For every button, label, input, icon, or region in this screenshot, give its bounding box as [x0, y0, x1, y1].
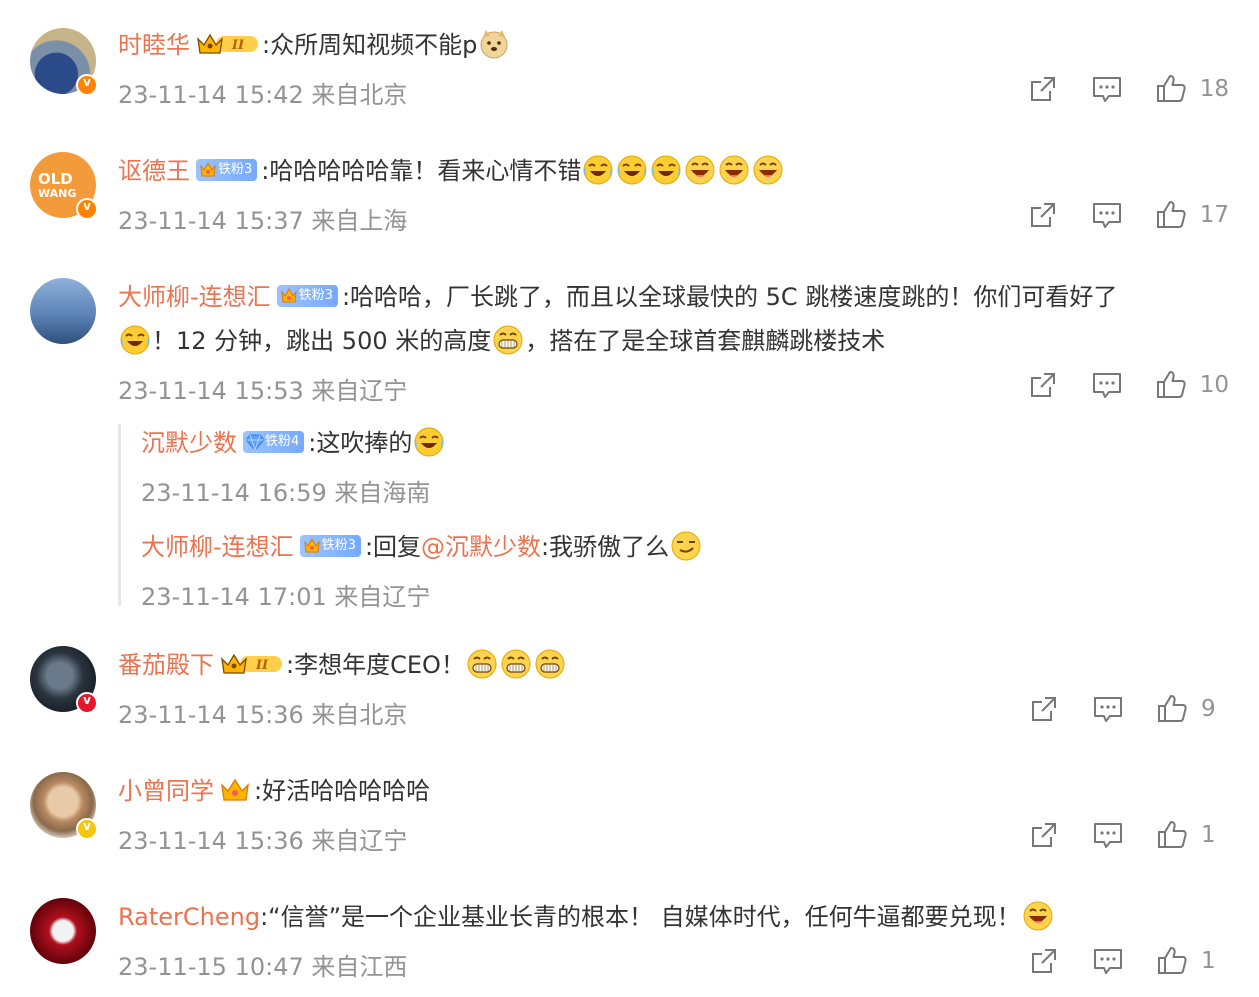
fan-badge[interactable]: 铁粉4 [243, 431, 305, 453]
avatar-logo: WANG [38, 187, 77, 200]
username[interactable]: 番茄殿下 [118, 651, 214, 679]
crown-badge-icon[interactable] [220, 777, 250, 803]
reply-item: 沉默少数 铁粉4:这吹捧的 [141, 426, 446, 460]
comment-text: ，搭在了是全球首套麒麟跳楼技术 [525, 327, 886, 355]
username[interactable]: 小曾同学 [118, 777, 214, 805]
crown-badge-icon[interactable] [196, 31, 258, 57]
like-count: 9 [1201, 696, 1216, 722]
avatar[interactable] [30, 772, 98, 840]
username[interactable]: 大师柳-连想汇 [118, 283, 271, 311]
fan-badge-icon [279, 286, 299, 306]
comment-meta: 23-11-14 15:37 来自上海 [118, 207, 408, 235]
comment-icon[interactable] [1092, 370, 1122, 400]
share-icon[interactable] [1028, 74, 1058, 104]
like-icon[interactable] [1156, 200, 1186, 230]
username[interactable]: 大师柳-连想汇 [141, 533, 294, 561]
comment-icon[interactable] [1092, 200, 1122, 230]
like-count: 1 [1201, 948, 1216, 974]
share-icon[interactable] [1028, 370, 1058, 400]
comment-meta: 23-11-14 15:42 来自北京 [118, 81, 408, 109]
comment-text: :哈哈哈，厂长跳了，而且以全球最快的 5C 跳楼速度跳的！你们可看好了 [341, 283, 1118, 311]
comment-icon[interactable] [1093, 946, 1123, 976]
fan-badge[interactable]: 铁粉3 [196, 159, 258, 181]
fan-badge-icon [302, 536, 322, 556]
fan-badge-icon [198, 160, 218, 180]
mention-link[interactable]: @沉默少数 [421, 533, 541, 561]
fan-badge[interactable]: 铁粉3 [276, 285, 338, 307]
avatar[interactable] [30, 278, 96, 344]
comment-text: ！12 分钟，跳出 500 米的高度 [152, 327, 492, 355]
username[interactable]: 时睦华 [118, 31, 190, 59]
grin-emoji [1022, 900, 1054, 932]
reply-meta: 23-11-14 17:01 来自辽宁 [141, 583, 431, 611]
reply-text: :这吹捧的 [308, 429, 413, 457]
diamond-icon [245, 432, 265, 452]
verified-badge-icon [76, 818, 98, 840]
teeth-grin-emoji [466, 648, 498, 680]
verified-badge-icon [76, 198, 98, 220]
grin-emoji [684, 154, 716, 186]
comment-actions: 10 [994, 368, 1229, 402]
comment-text: :“信誉”是一个企业基业长青的根本！ 自媒体时代，任何牛逼都要兑现！ [260, 903, 1021, 931]
teeth-grin-emoji [492, 324, 524, 356]
avatar-logo: OLD [38, 170, 73, 188]
doge-emoji [478, 28, 510, 60]
laugh-cry-emoji [413, 426, 445, 458]
crown-badge-icon[interactable] [220, 651, 282, 677]
like-icon[interactable] [1157, 820, 1187, 850]
comment-actions: 1 [995, 944, 1229, 978]
like-count: 1 [1201, 822, 1216, 848]
comment-icon[interactable] [1093, 820, 1123, 850]
comment-text: :哈哈哈哈哈靠！看来心情不错 [261, 157, 582, 185]
username[interactable]: RaterCheng [118, 903, 260, 931]
smirk-emoji [670, 530, 702, 562]
like-icon[interactable] [1157, 694, 1187, 724]
comment-actions: 9 [995, 692, 1229, 726]
teeth-grin-emoji [500, 648, 532, 680]
comment-actions: 1 [995, 818, 1229, 852]
laugh-cry-emoji [616, 154, 648, 186]
grin-emoji [752, 154, 784, 186]
laugh-cry-emoji [119, 324, 151, 356]
comment-meta: 23-11-14 15:53 来自辽宁 [118, 377, 408, 405]
reply-text: :我骄傲了么 [541, 533, 670, 561]
laugh-cry-emoji [650, 154, 682, 186]
like-count: 17 [1199, 202, 1229, 228]
comment-meta: 23-11-14 15:36 来自北京 [118, 701, 408, 729]
verified-badge-icon [76, 74, 98, 96]
reply-item: 大师柳-连想汇 铁粉3:回复@沉默少数:我骄傲了么 [141, 530, 703, 564]
comment-meta: 23-11-15 10:47 来自江西 [118, 953, 408, 981]
like-count: 18 [1199, 76, 1229, 102]
avatar[interactable] [30, 28, 98, 96]
comment-actions: 17 [994, 198, 1229, 232]
username[interactable]: 沉默少数 [141, 429, 237, 457]
like-icon[interactable] [1156, 370, 1186, 400]
like-icon[interactable] [1157, 946, 1187, 976]
share-icon[interactable] [1029, 694, 1059, 724]
comment-text: :好活哈哈哈哈哈 [254, 777, 431, 805]
reply-thread: 沉默少数 铁粉4:这吹捧的 23-11-14 16:59 来自海南 大师柳-连想汇… [118, 424, 1221, 611]
reply-text: :回复 [364, 533, 422, 561]
fan-badge[interactable]: 铁粉3 [299, 535, 361, 557]
comment-icon[interactable] [1093, 694, 1123, 724]
share-icon[interactable] [1029, 946, 1059, 976]
avatar[interactable] [30, 898, 96, 964]
avatar[interactable] [30, 646, 98, 714]
reply-meta: 23-11-14 16:59 来自海南 [141, 479, 431, 507]
teeth-grin-emoji [534, 648, 566, 680]
comment-icon[interactable] [1092, 74, 1122, 104]
username[interactable]: 讴德王 [118, 157, 190, 185]
avatar[interactable]: OLD WANG [30, 152, 98, 220]
laugh-cry-emoji [582, 154, 614, 186]
like-count: 10 [1199, 372, 1229, 398]
share-icon[interactable] [1029, 820, 1059, 850]
comment-text: :众所周知视频不能p [262, 31, 478, 59]
comment-text: :李想年度CEO！ [286, 651, 465, 679]
verified-badge-icon [76, 692, 98, 714]
like-icon[interactable] [1156, 74, 1186, 104]
comment-meta: 23-11-14 15:36 来自辽宁 [118, 827, 408, 855]
grin-emoji [718, 154, 750, 186]
share-icon[interactable] [1028, 200, 1058, 230]
comment-actions: 18 [994, 72, 1229, 106]
